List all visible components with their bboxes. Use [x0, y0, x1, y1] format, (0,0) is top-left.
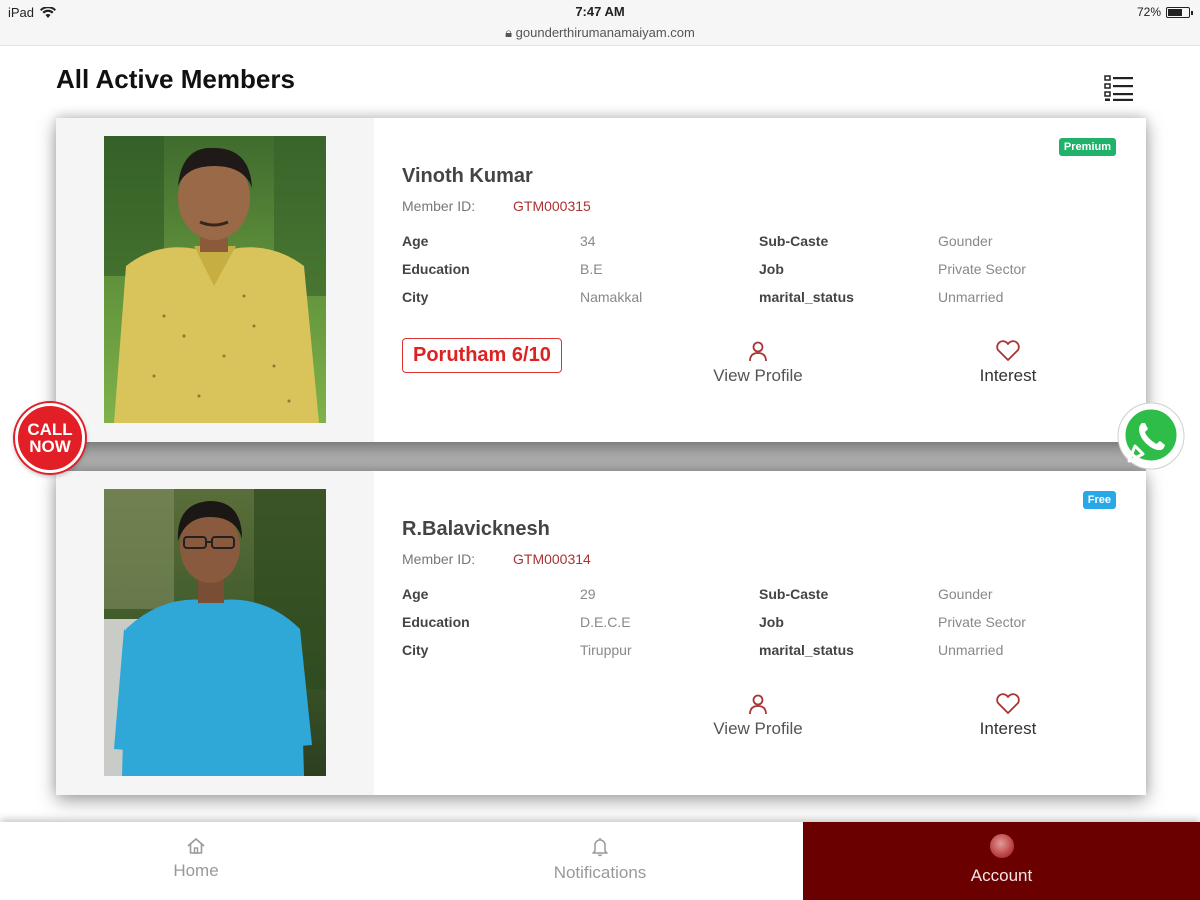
city-label: City: [402, 289, 429, 305]
interest-button[interactable]: Interest: [960, 693, 1056, 739]
member-id-value: GTM000315: [513, 198, 591, 214]
city-value: Tiruppur: [580, 642, 632, 658]
view-profile-label: View Profile: [713, 719, 803, 738]
age-value: 29: [580, 586, 596, 602]
status-bar: iPad 7:47 AM 🔒︎ gounderthirumanamaiyam.c…: [0, 0, 1200, 46]
call-now-line2: NOW: [29, 437, 71, 456]
age-value: 34: [580, 233, 596, 249]
nav-account-label: Account: [970, 866, 1033, 885]
marital-status-value: Unmarried: [938, 289, 1004, 305]
subcaste-value: Gounder: [938, 233, 993, 249]
call-now-line1: CALL: [27, 420, 73, 439]
page-title: All Active Members: [56, 64, 295, 94]
photo-column: [56, 118, 374, 442]
list-view-icon[interactable]: [1104, 74, 1134, 102]
home-icon: [187, 838, 205, 854]
user-icon: [749, 341, 767, 362]
education-value: B.E: [580, 261, 603, 277]
marital-status-label: marital_status: [759, 289, 854, 305]
member-id-label: Member ID:: [402, 551, 476, 567]
membership-badge: Premium: [1058, 138, 1116, 156]
member-name[interactable]: Vinoth Kumar: [402, 165, 533, 188]
bell-icon: [592, 838, 608, 857]
battery-icon: [1166, 6, 1193, 18]
photo-column: [56, 471, 374, 795]
nav-home[interactable]: Home: [0, 822, 392, 900]
heart-icon: [996, 693, 1020, 714]
battery-percent: 72%: [1136, 5, 1161, 19]
nav-account[interactable]: Account: [803, 822, 1200, 900]
marital-status-label: marital_status: [759, 642, 854, 658]
job-label: Job: [759, 261, 784, 277]
member-id-value: GTM000314: [513, 551, 591, 567]
marital-status-value: Unmarried: [938, 642, 1004, 658]
city-value: Namakkal: [580, 289, 643, 305]
nav-home-label: Home: [173, 861, 219, 880]
subcaste-label: Sub-Caste: [759, 233, 829, 249]
url-text: gounderthirumanamaiyam.com: [515, 25, 695, 40]
nav-notifications[interactable]: Notifications: [402, 822, 798, 900]
view-profile-button[interactable]: View Profile: [696, 340, 820, 386]
age-label: Age: [402, 233, 429, 249]
education-value: D.E.C.E: [580, 614, 631, 630]
bottom-nav: Home Notifications Account: [0, 822, 1200, 900]
interest-label: Interest: [979, 366, 1037, 385]
lock-icon: 🔒︎: [505, 25, 513, 40]
membership-badge: Free: [1082, 491, 1116, 509]
city-label: City: [402, 642, 429, 658]
call-now-button[interactable]: CALL NOW: [15, 403, 85, 473]
member-photo[interactable]: [104, 136, 326, 423]
member-card[interactable]: Premium Vinoth Kumar Member ID: GTM00031…: [56, 118, 1146, 442]
job-label: Job: [759, 614, 784, 630]
view-profile-button[interactable]: View Profile: [696, 693, 820, 739]
education-label: Education: [402, 614, 470, 630]
member-name[interactable]: R.Balavicknesh: [402, 518, 550, 541]
user-icon: [749, 694, 767, 715]
job-value: Private Sector: [938, 614, 1026, 630]
nav-notifications-label: Notifications: [553, 863, 647, 882]
subcaste-label: Sub-Caste: [759, 586, 829, 602]
age-label: Age: [402, 586, 429, 602]
member-id-label: Member ID:: [402, 198, 476, 214]
subcaste-value: Gounder: [938, 586, 993, 602]
avatar: [989, 834, 1014, 858]
address-bar[interactable]: 🔒︎ gounderthirumanamaiyam.com: [0, 25, 1200, 41]
whatsapp-icon[interactable]: [1115, 401, 1187, 473]
status-right: 72%: [1136, 5, 1193, 19]
member-card[interactable]: Free R.Balavicknesh Member ID: GTM000314…: [56, 471, 1146, 795]
job-value: Private Sector: [938, 261, 1026, 277]
education-label: Education: [402, 261, 470, 277]
interest-label: Interest: [979, 719, 1037, 738]
interest-button[interactable]: Interest: [960, 340, 1056, 386]
view-profile-label: View Profile: [713, 366, 803, 385]
card-separator: [56, 441, 1146, 471]
clock: 7:47 AM: [575, 4, 625, 19]
porutham-badge[interactable]: Porutham 6/10: [402, 338, 562, 373]
heart-icon: [996, 340, 1020, 361]
member-photo[interactable]: [104, 489, 326, 776]
